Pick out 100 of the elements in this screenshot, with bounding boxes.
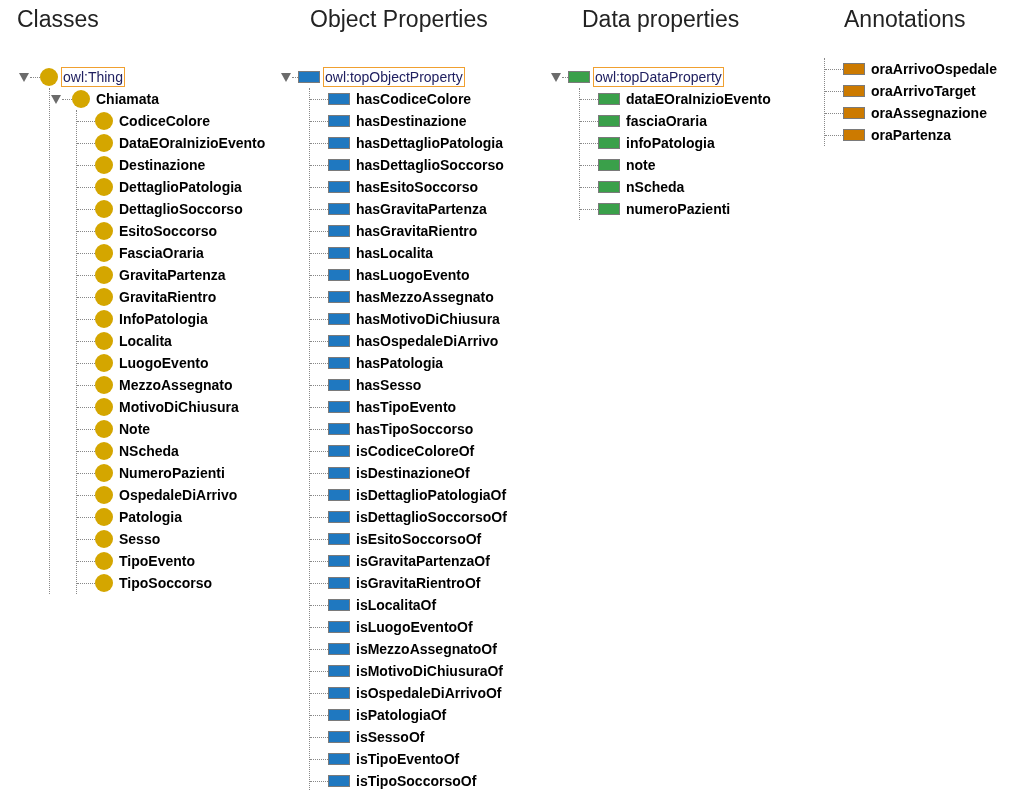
tree-item[interactable]: hasDettaglioPatologia <box>353 133 507 153</box>
tree-item[interactable]: Note <box>116 419 154 439</box>
tree-item[interactable]: isTipoSoccorsoOf <box>353 771 480 790</box>
rectangle-icon <box>598 203 620 215</box>
tree-item[interactable]: isGravitaRientroOf <box>353 573 484 593</box>
rectangle-icon <box>328 687 350 699</box>
tree-item[interactable]: hasPatologia <box>353 353 447 373</box>
tree-item[interactable]: Localita <box>116 331 175 351</box>
tree-item[interactable]: hasGravitaRientro <box>353 221 481 241</box>
tree-item[interactable]: hasTipoSoccorso <box>353 419 477 439</box>
tree-item[interactable]: FasciaOraria <box>116 243 207 263</box>
rectangle-icon <box>328 621 350 633</box>
tree-item[interactable]: isDettaglioPatologiaOf <box>353 485 510 505</box>
tree-item[interactable]: oraArrivoTarget <box>868 81 979 101</box>
tree-item[interactable]: LuogoEvento <box>116 353 212 373</box>
rectangle-icon <box>328 731 350 743</box>
panel-heading: Classes <box>16 5 100 34</box>
rectangle-icon <box>568 71 590 83</box>
rectangle-icon <box>328 291 350 303</box>
tree-item[interactable]: hasLuogoEvento <box>353 265 473 285</box>
rectangle-icon <box>328 357 350 369</box>
rectangle-icon <box>328 643 350 655</box>
tree-item[interactable]: dataEOraInizioEvento <box>623 89 774 109</box>
tree-item[interactable]: TipoSoccorso <box>116 573 216 593</box>
tree-item[interactable]: hasDestinazione <box>353 111 470 131</box>
tree-item[interactable]: Sesso <box>116 529 164 549</box>
panel-heading: Data properties <box>581 5 741 34</box>
tree-item[interactable]: owl:Thing <box>61 67 125 87</box>
tree-item[interactable]: oraAssegnazione <box>868 103 990 123</box>
tree-item[interactable]: isGravitaPartenzaOf <box>353 551 493 571</box>
tree-item[interactable]: Destinazione <box>116 155 209 175</box>
tree-item[interactable]: GravitaPartenza <box>116 265 229 285</box>
collapse-triangle-icon[interactable] <box>18 71 30 83</box>
tree-item[interactable]: isLuogoEventoOf <box>353 617 476 637</box>
tree-item[interactable]: hasSesso <box>353 375 425 395</box>
tree-item[interactable]: DettaglioSoccorso <box>116 199 246 219</box>
tree-item[interactable]: isOspedaleDiArrivoOf <box>353 683 505 703</box>
rectangle-icon <box>328 93 350 105</box>
tree-item[interactable]: isEsitoSoccorsoOf <box>353 529 485 549</box>
tree-item[interactable]: MotivoDiChiusura <box>116 397 242 417</box>
tree-item[interactable]: DataEOraInizioEvento <box>116 133 269 153</box>
tree-item[interactable]: hasMezzoAssegnato <box>353 287 497 307</box>
rectangle-icon <box>843 85 865 97</box>
tree-item[interactable]: InfoPatologia <box>116 309 211 329</box>
tree-item[interactable]: hasTipoEvento <box>353 397 460 417</box>
tree-item[interactable]: NScheda <box>116 441 182 461</box>
tree-item[interactable]: isSessoOf <box>353 727 428 747</box>
rectangle-icon <box>328 555 350 567</box>
rectangle-icon <box>843 63 865 75</box>
tree-item[interactable]: hasDettaglioSoccorso <box>353 155 507 175</box>
tree-item[interactable]: owl:topDataProperty <box>593 67 724 87</box>
tree-item[interactable]: nScheda <box>623 177 688 197</box>
rectangle-icon <box>843 107 865 119</box>
rectangle-icon <box>328 137 350 149</box>
tree-item[interactable]: oraPartenza <box>868 125 955 145</box>
tree-item[interactable]: OspedaleDiArrivo <box>116 485 241 505</box>
rectangle-icon <box>298 71 320 83</box>
rectangle-icon <box>328 665 350 677</box>
collapse-triangle-icon[interactable] <box>550 71 562 83</box>
collapse-triangle-icon[interactable] <box>50 93 62 105</box>
tree-item[interactable]: oraArrivoOspedale <box>868 59 1001 79</box>
tree-item[interactable]: hasLocalita <box>353 243 437 263</box>
rectangle-icon <box>328 709 350 721</box>
tree-item[interactable]: EsitoSoccorso <box>116 221 221 241</box>
tree-item[interactable]: isMotivoDiChiusuraOf <box>353 661 506 681</box>
tree-item[interactable]: hasEsitoSoccorso <box>353 177 482 197</box>
tree-item[interactable]: MezzoAssegnato <box>116 375 236 395</box>
rectangle-icon <box>598 137 620 149</box>
rectangle-icon <box>598 181 620 193</box>
rectangle-icon <box>328 467 350 479</box>
rectangle-icon <box>328 533 350 545</box>
tree-item[interactable]: owl:topObjectProperty <box>323 67 465 87</box>
tree-item[interactable]: GravitaRientro <box>116 287 220 307</box>
tree-item[interactable]: isCodiceColoreOf <box>353 441 478 461</box>
tree-item[interactable]: NumeroPazienti <box>116 463 228 483</box>
tree-item[interactable]: isDettaglioSoccorsoOf <box>353 507 510 527</box>
tree-item[interactable]: isLocalitaOf <box>353 595 440 615</box>
tree-item[interactable]: TipoEvento <box>116 551 198 571</box>
tree-item[interactable]: hasGravitaPartenza <box>353 199 490 219</box>
collapse-triangle-icon[interactable] <box>280 71 292 83</box>
rectangle-icon <box>328 181 350 193</box>
tree-item[interactable]: hasCodiceColore <box>353 89 475 109</box>
rectangle-icon <box>328 269 350 281</box>
rectangle-icon <box>328 379 350 391</box>
tree-item[interactable]: note <box>623 155 659 175</box>
tree-item[interactable]: CodiceColore <box>116 111 213 131</box>
tree-item[interactable]: isPatologiaOf <box>353 705 450 725</box>
panel-heading: Annotations <box>843 5 967 34</box>
tree-item[interactable]: isTipoEventoOf <box>353 749 463 769</box>
tree-item[interactable]: Patologia <box>116 507 185 527</box>
rectangle-icon <box>598 159 620 171</box>
tree-item[interactable]: numeroPazienti <box>623 199 734 219</box>
tree-item[interactable]: Chiamata <box>93 89 163 109</box>
tree-item[interactable]: isDestinazioneOf <box>353 463 473 483</box>
tree-item[interactable]: isMezzoAssegnatoOf <box>353 639 500 659</box>
tree-item[interactable]: hasMotivoDiChiusura <box>353 309 503 329</box>
tree-item[interactable]: fasciaOraria <box>623 111 710 131</box>
tree-item[interactable]: DettaglioPatologia <box>116 177 245 197</box>
tree-item[interactable]: infoPatologia <box>623 133 718 153</box>
tree-item[interactable]: hasOspedaleDiArrivo <box>353 331 502 351</box>
